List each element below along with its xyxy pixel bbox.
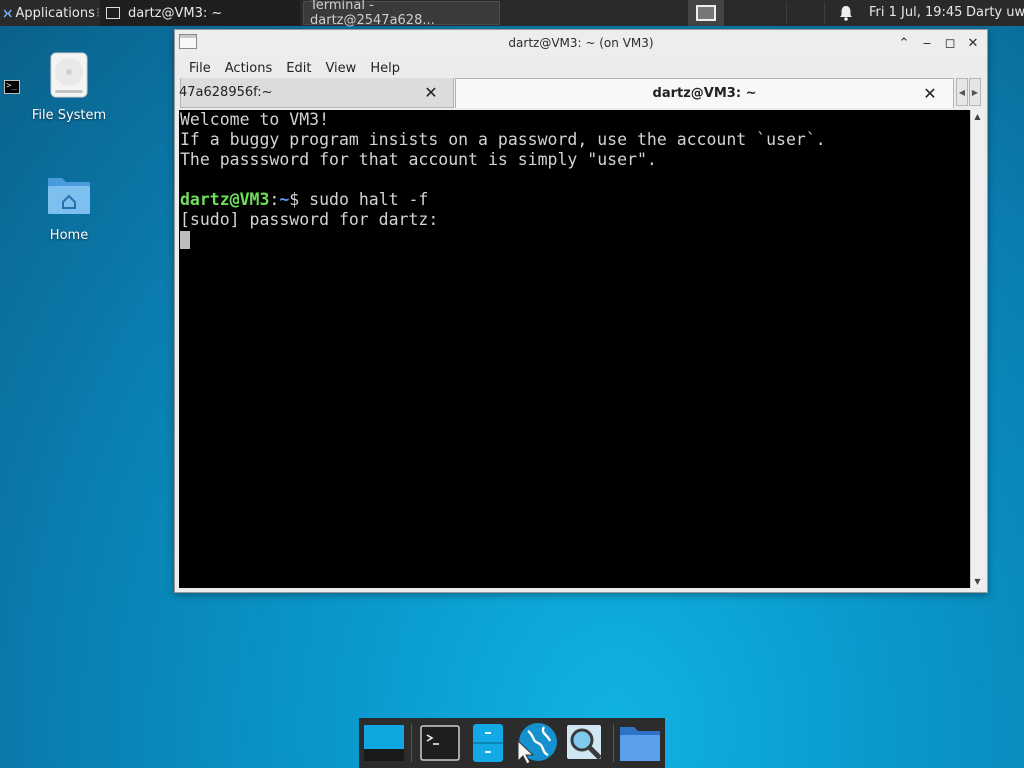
text-cursor	[180, 231, 190, 249]
terminal-icon: >_	[4, 80, 20, 94]
menu-view[interactable]: View	[318, 61, 363, 76]
taskbar-item-label: dartz@VM3: ~	[128, 5, 223, 21]
tab-label: dartz@VM3: ~	[652, 86, 757, 101]
desktop-icon-file-system[interactable]: File System	[24, 52, 114, 123]
menu-actions[interactable]: Actions	[218, 61, 280, 76]
xfce-logo-icon	[3, 9, 12, 17]
terminal-icon	[420, 725, 460, 761]
scroll-down-icon[interactable]: ▼	[971, 575, 984, 588]
maximize-button[interactable]: ◻	[941, 34, 959, 52]
close-button[interactable]: ✕	[964, 34, 982, 52]
input-line	[179, 230, 970, 250]
file-manager-icon	[473, 724, 503, 762]
tab-close-icon[interactable]: ✕	[920, 83, 940, 103]
workspace-switcher[interactable]	[688, 0, 724, 26]
prompt-symbol: $	[289, 190, 310, 209]
drive-icon	[50, 52, 88, 98]
terminal-window: dartz@VM3: ~ (on VM3) ⌃ ‒ ◻ ✕ File Actio…	[174, 29, 988, 593]
panel-separator	[824, 2, 825, 24]
dock-separator	[411, 724, 412, 762]
prompt-colon: :	[269, 190, 280, 209]
window-shade-button[interactable]: ⌃	[895, 34, 913, 52]
notification-bell-icon[interactable]	[838, 4, 854, 22]
dock-terminal[interactable]	[417, 718, 463, 768]
menu-file[interactable]: File	[182, 61, 218, 76]
dock-separator	[613, 724, 614, 762]
tab-label: 47a628956f:~	[179, 85, 273, 100]
user-menu[interactable]: Darty uwu	[966, 5, 1024, 20]
sudo-prompt: [sudo] password for dartz:	[180, 210, 439, 229]
prompt-user: dartz@VM3	[180, 190, 270, 209]
dock	[359, 718, 665, 768]
window-icon	[106, 7, 120, 19]
command-text: sudo halt -f	[309, 190, 429, 209]
home-folder-icon	[48, 178, 90, 214]
web-browser-icon	[517, 723, 557, 765]
menu-edit[interactable]: Edit	[279, 61, 318, 76]
window-title: dartz@VM3: ~ (on VM3)	[508, 36, 654, 50]
command-line: dartz@VM3:~$ sudo halt -f	[179, 190, 970, 210]
tab-vm3-session[interactable]: dartz@VM3: ~ ✕	[455, 78, 954, 108]
desktop-icon-label: File System	[31, 108, 107, 123]
motd-line: If a buggy program insists on a password…	[180, 130, 826, 149]
dock-web-browser[interactable]	[511, 718, 561, 768]
applications-label: Applications	[15, 5, 95, 21]
tab-container-session[interactable]: 47a628956f:~ ✕	[179, 78, 454, 108]
desktop-icon-home[interactable]: Home	[24, 172, 114, 243]
terminal-scrollbar[interactable]: ▲ ▼	[970, 110, 984, 588]
window-titlebar[interactable]: dartz@VM3: ~ (on VM3) ⌃ ‒ ◻ ✕	[175, 30, 987, 56]
motd-line: Welcome to VM3!	[180, 110, 330, 129]
dock-show-desktop[interactable]	[361, 718, 407, 768]
taskbar-item-label: Terminal - dartz@2547a628...	[310, 0, 435, 28]
taskbar-item-terminal-container[interactable]: >_ Terminal - dartz@2547a628...	[4, 0, 500, 94]
tab-scroll-right-icon[interactable]: ▶	[969, 78, 981, 106]
folder-icon	[620, 727, 660, 761]
tab-bar: 47a628956f:~ ✕ dartz@VM3: ~ ✕ ◀ ▶	[179, 78, 984, 108]
dock-app-finder[interactable]	[561, 718, 609, 768]
motd-line: The passsword for that account is simply…	[180, 150, 657, 169]
applications-menu[interactable]: Applications ⁝	[0, 0, 100, 26]
workspace-icon	[696, 5, 716, 21]
tab-scroll-left-icon[interactable]: ◀	[956, 78, 968, 106]
taskbar-item-terminal-vm3[interactable]: dartz@VM3: ~	[100, 0, 300, 26]
show-desktop-icon	[364, 725, 404, 761]
scroll-up-icon[interactable]: ▲	[971, 110, 984, 123]
menubar: File Actions Edit View Help	[175, 56, 987, 80]
prompt-path: ~	[279, 190, 290, 209]
dock-file-manager[interactable]	[465, 718, 511, 768]
app-finder-icon	[567, 725, 602, 760]
tab-close-icon[interactable]: ✕	[421, 82, 441, 102]
minimize-button[interactable]: ‒	[918, 34, 936, 52]
dock-folder[interactable]	[617, 718, 663, 768]
desktop-icon-label: Home	[49, 228, 89, 243]
menu-help[interactable]: Help	[363, 61, 407, 76]
panel-separator	[786, 2, 787, 24]
panel-clock[interactable]: Fri 1 Jul, 19:45	[869, 5, 962, 20]
terminal-output[interactable]: Welcome to VM3! If a buggy program insis…	[179, 110, 970, 588]
